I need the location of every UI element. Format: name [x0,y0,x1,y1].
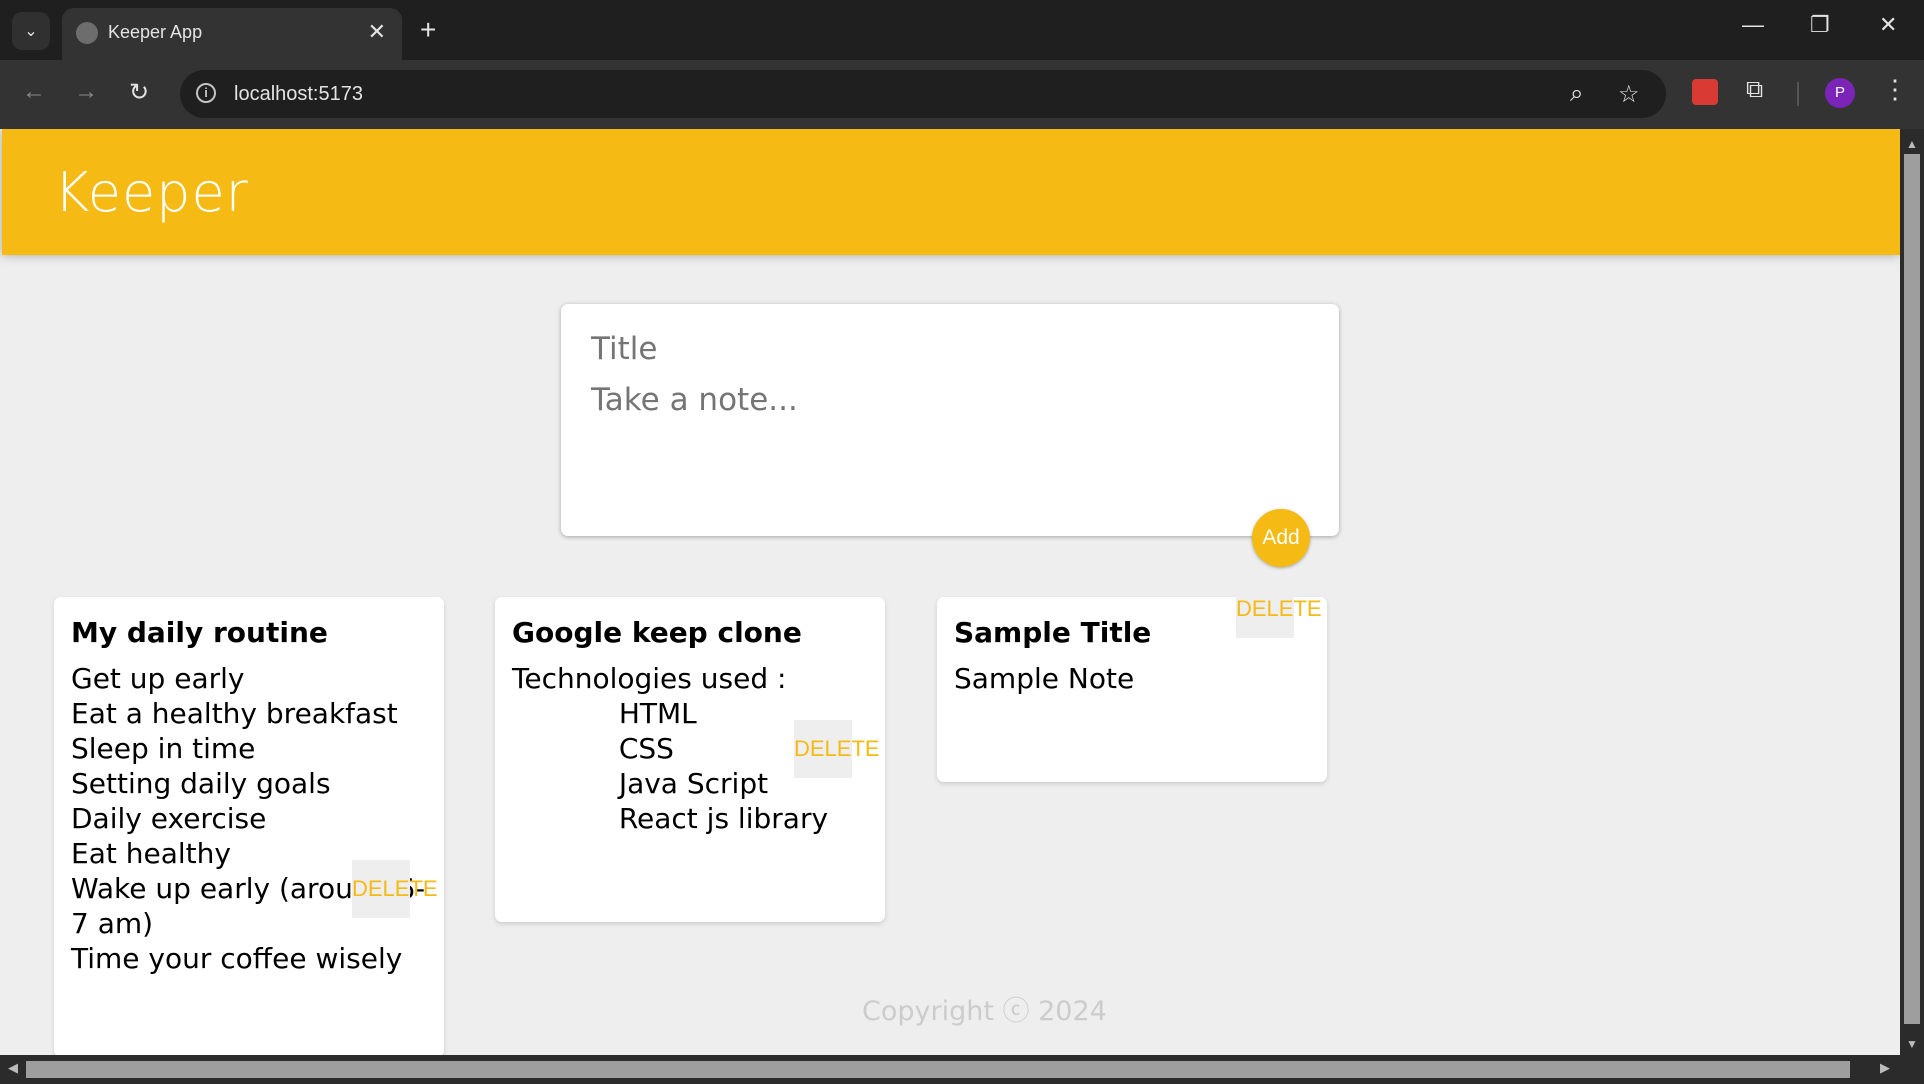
new-tab-icon[interactable]: + [420,14,436,46]
delete-note-button[interactable]: DELETE [352,860,438,918]
scroll-down-arrow-icon[interactable]: ▼ [1906,1037,1918,1051]
bookmark-star-icon[interactable]: ☆ [1618,80,1640,109]
page-viewport: Keeper My daily routine Get up early Eat… [0,129,1900,1055]
note-title: Google keep clone [512,616,802,649]
close-tab-icon[interactable]: ✕ [368,19,386,45]
minimize-icon[interactable]: — [1742,12,1764,38]
extensions-puzzle-icon[interactable]: ⧉ [1746,76,1772,103]
tab-keeper-app[interactable]: Keeper App ✕ [62,8,402,60]
toolbar-divider [1797,82,1799,106]
delete-note-button[interactable]: DELETE [794,720,880,778]
note-content: Get up early Eat a healthy breakfast Sle… [71,662,426,975]
create-note-form [561,304,1339,536]
scroll-right-arrow-icon[interactable]: ▶ [1880,1060,1890,1076]
delete-note-button[interactable]: DELETE [1236,580,1322,638]
scroll-left-arrow-icon[interactable]: ◀ [8,1060,18,1076]
note-content: Sample Note [954,662,1135,695]
note-card: Google keep clone Technologies used : HT… [495,597,885,922]
browser-chrome: ⌄ Keeper App ✕ + — ❐ ✕ ← → ↻ i localhost… [0,0,1924,129]
site-info-icon[interactable]: i [196,83,216,103]
note-card: My daily routine Get up early Eat a heal… [54,597,444,1055]
address-bar[interactable]: i localhost:5173 ⌕ ☆ [180,70,1666,118]
back-icon[interactable]: ← [22,78,46,106]
app-title: Keeper [54,161,249,224]
note-title: My daily routine [71,616,328,649]
profile-avatar[interactable]: P [1825,78,1855,108]
copyright-text: Copyright ⓒ 2024 [862,996,1107,1027]
footer: Copyright ⓒ 2024 [862,989,1107,1028]
tab-search-icon[interactable]: ⌄ [12,12,50,50]
add-note-button[interactable]: Add [1252,509,1310,567]
browser-toolbar: ← → ↻ i localhost:5173 ⌕ ☆ ⧉ P ⋮ [0,60,1924,129]
note-content-input[interactable] [591,382,1291,502]
zoom-icon[interactable]: ⌕ [1570,80,1583,108]
reload-icon[interactable]: ↻ [129,78,149,107]
note-title-input[interactable] [591,331,1291,367]
note-card: Sample Title Sample Note DELETE [937,580,1327,782]
vertical-scrollbar[interactable]: ▲ ▼ [1900,129,1924,1055]
extension-icon[interactable] [1692,79,1718,105]
app-header: Keeper [2,129,1900,255]
scroll-up-arrow-icon[interactable]: ▲ [1906,137,1918,151]
restore-icon[interactable]: ❐ [1810,12,1830,38]
tab-title: Keeper App [108,22,203,42]
url-text[interactable]: localhost:5173 [234,83,363,106]
forward-icon[interactable]: → [74,78,98,106]
tab-bar: ⌄ Keeper App ✕ + — ❐ ✕ [0,0,1924,60]
window-close-icon[interactable]: ✕ [1879,12,1897,38]
browser-menu-icon[interactable]: ⋮ [1882,74,1908,105]
horizontal-scroll-thumb[interactable] [26,1061,1850,1078]
horizontal-scrollbar[interactable]: ◀ ▶ [0,1055,1924,1084]
vertical-scroll-thumb[interactable] [1904,154,1920,1024]
globe-icon [76,22,98,44]
